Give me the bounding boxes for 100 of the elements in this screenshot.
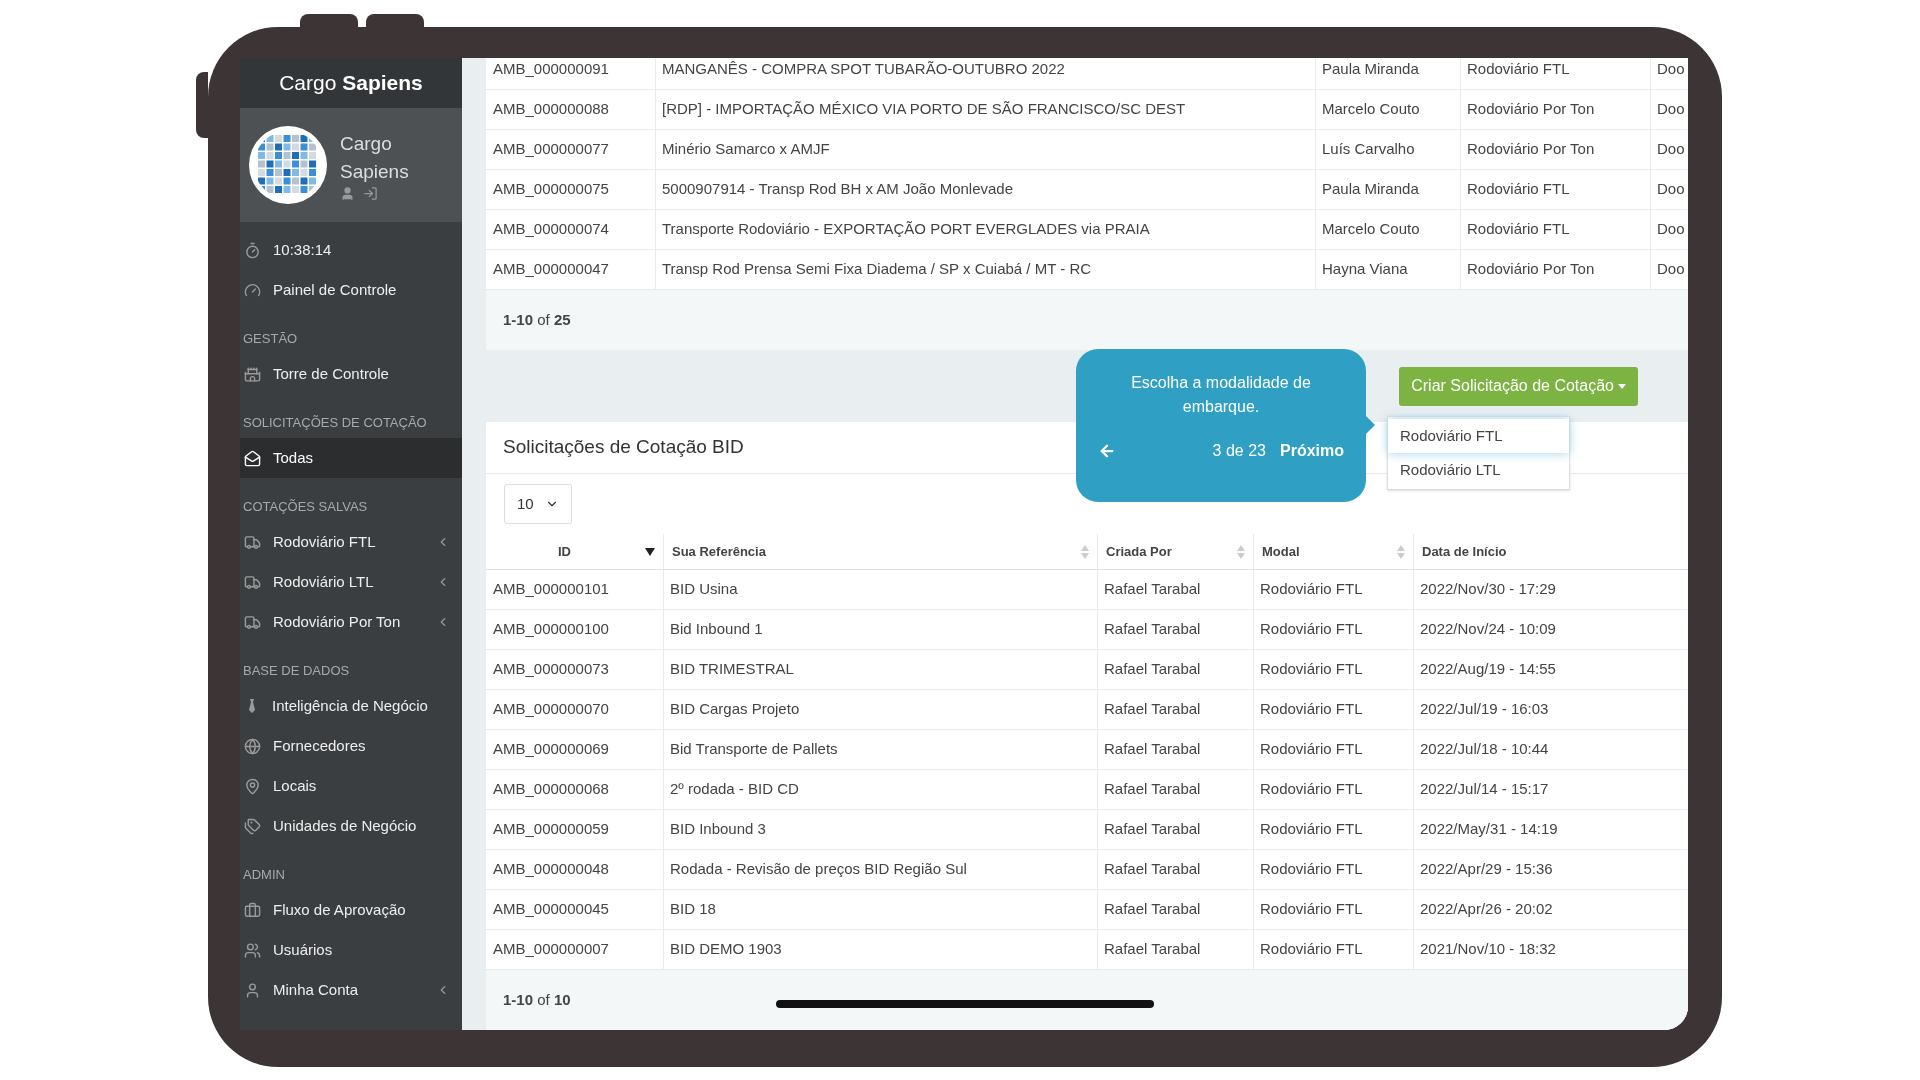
table-cell-text: MANGANÊS - COMPRA SPOT TUBARÃO-OUTUBRO 2022 xyxy=(662,59,1065,80)
sidebar-item[interactable]: Locais xyxy=(240,766,462,806)
table-cell-text: Rodoviário Por Ton xyxy=(1467,99,1595,120)
sidebar-item[interactable]: Minha Conta xyxy=(240,970,462,1010)
section-heading: ADMIN xyxy=(242,865,286,884)
table-cell-text: Rodoviário FTL xyxy=(1260,579,1363,600)
page-size-select[interactable]: 10 xyxy=(504,484,572,524)
sidebar-item[interactable]: Torre de Controle xyxy=(240,354,462,394)
column-header[interactable]: Criada Por xyxy=(1097,534,1253,569)
table-cell-text: 2022/Jul/19 - 16:03 xyxy=(1420,699,1549,720)
table-cell-text: Paula Miranda xyxy=(1322,179,1419,200)
table-cell-text: Rodoviário FTL xyxy=(1260,659,1363,680)
sidebar-item[interactable]: Painel de Controle xyxy=(240,270,462,310)
open-envelope-icon xyxy=(244,449,261,467)
table-cell-text: AMB_000000088 xyxy=(493,99,609,120)
table-cell-text: 2022/Jul/14 - 15:17 xyxy=(1420,779,1549,800)
sidebar-item[interactable]: Rodoviário LTL xyxy=(240,562,462,602)
sidebar-item[interactable]: Todas xyxy=(240,438,462,478)
table-cell-text: Rodoviário FTL xyxy=(1260,899,1363,920)
table-cell-text: 2022/Apr/29 - 15:36 xyxy=(1420,859,1553,880)
user-icon xyxy=(244,981,261,999)
card-title: Solicitações de Cotação BID xyxy=(503,435,744,460)
sidebar-item[interactable]: 10:38:14 xyxy=(240,230,462,270)
column-header[interactable]: ID xyxy=(486,534,663,569)
table-cell-text: AMB_000000007 xyxy=(493,939,609,960)
table-cell-text: Rafael Tarabal xyxy=(1104,699,1201,720)
table-cell-text: Doo xyxy=(1657,139,1685,160)
table-cell-text: 2022/Jul/18 - 10:44 xyxy=(1420,739,1549,760)
table-cell-text: BID Cargas Projeto xyxy=(670,699,800,720)
table-cell-text: 2022/Nov/30 - 17:29 xyxy=(1420,579,1556,600)
table-cell-text: Rafael Tarabal xyxy=(1104,819,1201,840)
table-cell-text: Rodoviário FTL xyxy=(1467,219,1570,240)
column-header[interactable]: Modal xyxy=(1253,534,1413,569)
tower-icon xyxy=(244,365,261,383)
table-cell-text: Rodoviário FTL xyxy=(1260,699,1363,720)
table-cell-text: AMB_000000059 xyxy=(493,819,609,840)
column-header[interactable]: Sua Referência xyxy=(663,534,1097,569)
table-cell-text: Rafael Tarabal xyxy=(1104,739,1201,760)
table-cell-text: AMB_000000074 xyxy=(493,219,609,240)
sidebar-item[interactable]: Unidades de Negócio xyxy=(240,806,462,846)
table-cell-text: Rafael Tarabal xyxy=(1104,859,1201,880)
section-heading: BASE DE DADOS xyxy=(242,661,351,680)
dropdown-item[interactable]: Rodoviário LTL xyxy=(1388,453,1569,487)
section-heading: GESTÃO xyxy=(242,329,299,348)
pagination-info: 1-10 of 10 xyxy=(503,989,571,1010)
pagination-info: 1-10 of 25 xyxy=(503,309,571,330)
table-cell-text: AMB_000000069 xyxy=(493,739,609,760)
sidebar-item[interactable]: Rodoviário FTL xyxy=(240,522,462,562)
logout-icon[interactable] xyxy=(363,185,378,201)
table-cell-text: 2022/Nov/24 - 10:09 xyxy=(1420,619,1556,640)
table-cell-text: AMB_000000048 xyxy=(493,859,609,880)
dropdown-item[interactable]: Rodoviário FTL xyxy=(1388,419,1569,453)
table-cell-text: BID TRIMESTRAL xyxy=(670,659,794,680)
table-cell-text: Rodoviário FTL xyxy=(1260,859,1363,880)
table-cell-text: AMB_000000068 xyxy=(493,779,609,800)
table-cell-text: 2022/Apr/26 - 20:02 xyxy=(1420,899,1553,920)
table-cell-text: Rafael Tarabal xyxy=(1104,939,1201,960)
table-cell-text: 2022/Aug/19 - 14:55 xyxy=(1420,659,1556,680)
brand-bar: Cargo Sapiens xyxy=(240,58,462,108)
table-cell-text: Rodoviário FTL xyxy=(1467,179,1570,200)
table-cell-text: Doo xyxy=(1657,59,1685,80)
truck-icon xyxy=(244,573,261,591)
sidebar-item[interactable]: Fluxo de Aprovação xyxy=(240,890,462,930)
sidebar-item[interactable]: Rodoviário Por Ton xyxy=(240,602,462,642)
table-cell-text: AMB_000000070 xyxy=(493,699,609,720)
table-cell-text: Luís Carvalho xyxy=(1322,139,1415,160)
table-cell-text: Rodoviário FTL xyxy=(1467,59,1570,80)
table-cell-text: Rodoviário Por Ton xyxy=(1467,139,1595,160)
table-cell-text: Bid Inbound 1 xyxy=(670,619,763,640)
table-cell-text: Rodoviário FTL xyxy=(1260,779,1363,800)
table-cell-text: AMB_000000091 xyxy=(493,59,609,80)
table-cell-text: Bid Transporte de Pallets xyxy=(670,739,838,760)
table-cell-text: BID Usina xyxy=(670,579,738,600)
table-cell-text: AMB_000000101 xyxy=(493,579,609,600)
table-cell-text: Doo xyxy=(1657,179,1685,200)
table-cell-text: Marcelo Couto xyxy=(1322,219,1420,240)
sidebar-item[interactable]: Inteligência de Negócio xyxy=(240,686,462,726)
stopwatch-icon xyxy=(244,241,261,259)
table-cell-text: Rodoviário FTL xyxy=(1260,939,1363,960)
table-cell-text: 2021/Nov/10 - 18:32 xyxy=(1420,939,1556,960)
table-cell-text: Rodada - Revisão de preços BID Região Sul xyxy=(670,859,967,880)
column-header[interactable]: Data de Início xyxy=(1413,534,1688,569)
briefcase-icon xyxy=(244,901,261,919)
table-cell-text: BID 18 xyxy=(670,899,716,920)
users-icon xyxy=(244,941,261,959)
table-cell-text: Transporte Rodoviário - EXPORTAÇÃO PORT EVERGLADES via PRAIA xyxy=(662,219,1150,240)
table-cell-text: Rodoviário FTL xyxy=(1260,619,1363,640)
table-cell-text: Hayna Viana xyxy=(1322,259,1408,280)
table-cell-text: Minério Samarco x AMJF xyxy=(662,139,830,160)
truck-icon xyxy=(244,533,261,551)
table-cell-text: AMB_000000073 xyxy=(493,659,609,680)
table-cell-text: 2º rodada - BID CD xyxy=(670,779,799,800)
profile-name: Cargo Sapiens xyxy=(340,131,410,184)
user-icon[interactable] xyxy=(340,185,355,201)
sidebar-item[interactable]: Usuários xyxy=(240,930,462,970)
table-cell-text: Doo xyxy=(1657,219,1685,240)
table-cell-text: AMB_000000045 xyxy=(493,899,609,920)
table-cell-text: Transp Rod Prensa Semi Fixa Diadema / SP x Cuiabá / MT - RC xyxy=(662,259,1092,280)
table-cell-text: BID DEMO 1903 xyxy=(670,939,782,960)
sidebar-item[interactable]: Fornecedores xyxy=(240,726,462,766)
